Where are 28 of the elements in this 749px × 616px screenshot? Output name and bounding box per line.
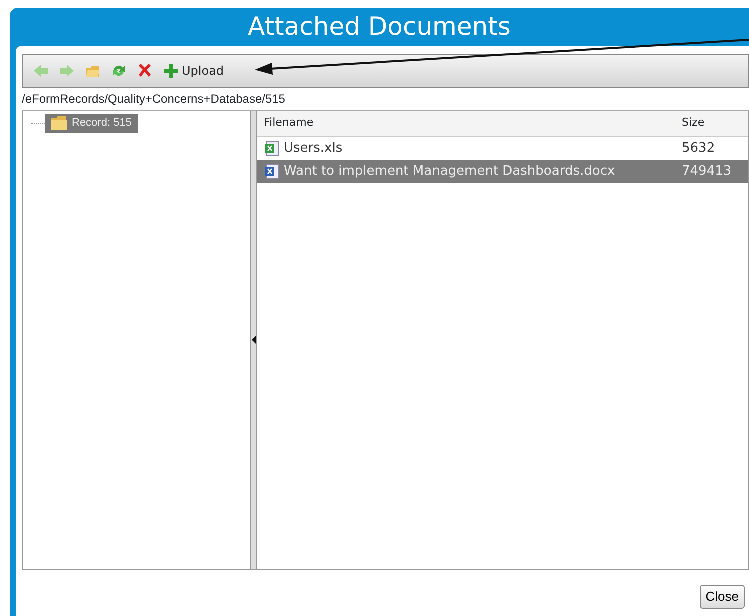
upload-button[interactable]: Upload — [163, 62, 224, 80]
forward-icon — [59, 63, 75, 79]
delete-button[interactable] — [137, 63, 153, 79]
filename-text: Want to implement Management Dashboards.docx — [284, 162, 616, 181]
open-button[interactable] — [85, 63, 101, 79]
file-row[interactable]: Want to implement Management Dashboards.docx 749413 — [257, 160, 748, 183]
size-text: 749413 — [682, 162, 733, 181]
refresh-button[interactable] — [111, 63, 127, 79]
back-button[interactable] — [33, 63, 49, 79]
refresh-icon — [111, 63, 127, 79]
folder-icon — [85, 63, 101, 79]
folder-icon — [51, 116, 67, 130]
column-header[interactable]: Size — [682, 115, 748, 132]
back-icon — [33, 63, 49, 79]
collapse-icon[interactable] — [251, 336, 256, 344]
tree-node[interactable]: Record: 515 — [45, 114, 138, 132]
close-button[interactable]: Close — [700, 585, 745, 609]
size-text: 5632 — [682, 140, 716, 158]
window-title: Attached Documents — [247, 11, 512, 43]
document-file-icon — [264, 164, 280, 180]
filename-text: Users.xls — [284, 140, 343, 158]
column-header[interactable]: Filename — [264, 115, 682, 132]
splitter-handle[interactable] — [251, 111, 257, 569]
delete-icon — [137, 63, 153, 79]
spreadsheet-file-icon — [264, 140, 280, 156]
plus-icon — [163, 63, 179, 79]
forward-button[interactable] — [59, 63, 75, 79]
file-row[interactable]: Users.xls 5632 — [257, 137, 748, 160]
